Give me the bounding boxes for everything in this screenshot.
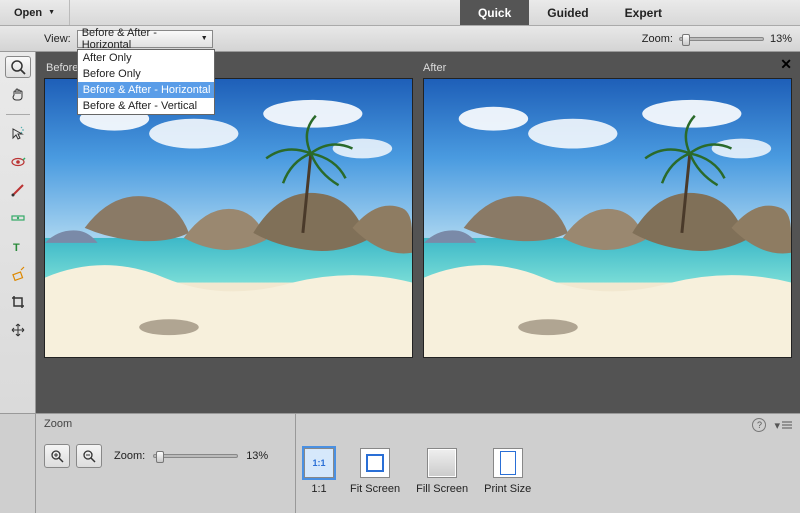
- tab-expert[interactable]: Expert: [607, 0, 680, 25]
- print-size-label: Print Size: [484, 483, 531, 495]
- after-image: [424, 79, 791, 357]
- slider-thumb[interactable]: [156, 451, 164, 463]
- brush-tool[interactable]: [5, 179, 31, 201]
- tool-separator: [6, 114, 30, 115]
- open-label: Open: [14, 7, 42, 19]
- before-pane[interactable]: [44, 78, 413, 358]
- tab-spacer: [680, 0, 800, 25]
- view-dropdown-value: Before & After - Horizontal: [82, 27, 201, 51]
- after-label: After: [423, 62, 790, 74]
- bottom-panel: Zoom Zoom: 13% ? ▾ 1:1 1:1: [0, 413, 800, 513]
- open-menu[interactable]: Open ▼: [0, 0, 70, 25]
- type-tool[interactable]: T: [5, 235, 31, 257]
- zoom-out-button[interactable]: [76, 444, 102, 468]
- move-tool[interactable]: [5, 319, 31, 341]
- zoom-tool[interactable]: [5, 56, 31, 78]
- print-size-button[interactable]: [493, 448, 523, 478]
- crop-tool[interactable]: [5, 291, 31, 313]
- options-bar: View: Before & After - Horizontal ▼ Afte…: [0, 26, 800, 52]
- view-option-bav[interactable]: Before & After - Vertical: [78, 98, 214, 114]
- fit-panel: ? ▾ 1:1 1:1 Fit Screen Fill Screen Print…: [296, 414, 800, 513]
- selection-tool[interactable]: [5, 123, 31, 145]
- toolbox: T: [0, 52, 36, 413]
- zoom-panel-title: Zoom: [44, 418, 72, 430]
- slider-thumb[interactable]: [682, 34, 690, 46]
- tab-quick[interactable]: Quick: [460, 0, 529, 25]
- view-option-before-only[interactable]: Before Only: [78, 66, 214, 82]
- fill-screen-label: Fill Screen: [416, 483, 468, 495]
- bottom-left-gutter: [0, 414, 36, 513]
- zoom-label-bottom: Zoom:: [114, 450, 145, 462]
- hand-tool[interactable]: [5, 84, 31, 106]
- fit-screen-label: Fit Screen: [350, 483, 400, 495]
- zoom-slider-bottom[interactable]: [153, 454, 238, 458]
- before-image: [45, 79, 412, 357]
- view-label: View:: [44, 33, 71, 45]
- view-option-bah[interactable]: Before & After - Horizontal: [78, 82, 214, 98]
- zoom-value-top: 13%: [770, 33, 792, 45]
- fit-1to1-label: 1:1: [311, 483, 326, 495]
- remove-tool[interactable]: [5, 263, 31, 285]
- panel-menu-icon[interactable]: ▾: [774, 419, 792, 432]
- zoom-in-button[interactable]: [44, 444, 70, 468]
- fill-screen-button[interactable]: [427, 448, 457, 478]
- tab-guided[interactable]: Guided: [529, 0, 606, 25]
- help-icon[interactable]: ?: [752, 418, 766, 432]
- mode-tabs: Quick Guided Expert: [460, 0, 800, 25]
- zoom-panel: Zoom Zoom: 13%: [36, 414, 296, 513]
- view-option-after-only[interactable]: After Only: [78, 50, 214, 66]
- eye-tool[interactable]: [5, 151, 31, 173]
- chevron-down-icon: ▼: [201, 35, 208, 42]
- zoom-label-top: Zoom:: [642, 33, 673, 45]
- svg-text:T: T: [13, 242, 20, 254]
- view-dropdown-list: After Only Before Only Before & After - …: [77, 49, 215, 115]
- zoom-group-top: Zoom: 13%: [642, 33, 792, 45]
- view-dropdown[interactable]: Before & After - Horizontal ▼ After Only…: [77, 30, 213, 48]
- fit-1to1-button[interactable]: 1:1: [304, 448, 334, 478]
- top-bar: Open ▼ Quick Guided Expert: [0, 0, 800, 26]
- level-tool[interactable]: [5, 207, 31, 229]
- close-icon[interactable]: ✕: [780, 56, 792, 73]
- chevron-down-icon: ▼: [48, 9, 55, 16]
- zoom-value-bottom: 13%: [246, 450, 268, 462]
- fit-screen-button[interactable]: [360, 448, 390, 478]
- zoom-slider-top[interactable]: [679, 37, 764, 41]
- after-pane[interactable]: [423, 78, 792, 358]
